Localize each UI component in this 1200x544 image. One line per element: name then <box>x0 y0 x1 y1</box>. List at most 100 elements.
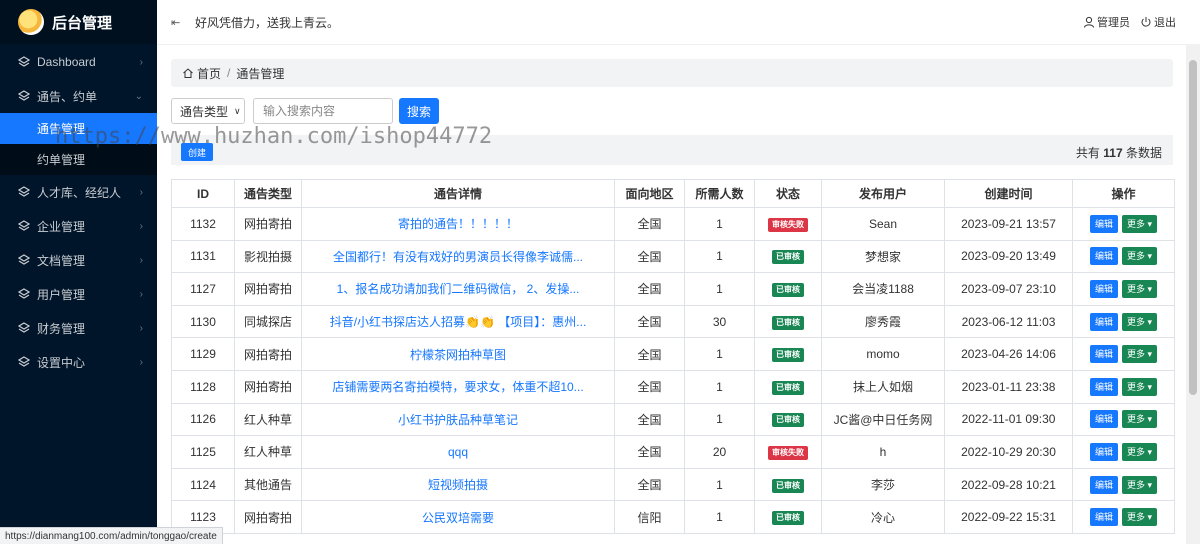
more-label: 更多 <box>1126 414 1145 425</box>
cell-status: 已审核 <box>754 467 822 502</box>
more-dropdown-button[interactable]: 更多 ▾ <box>1121 279 1158 298</box>
browser-status-url: https://dianmang100.com/admin/tonggao/cr… <box>0 527 223 544</box>
sidebar-item-announcements[interactable]: 通告、约单 ⌄ <box>0 79 157 113</box>
more-dropdown-button[interactable]: 更多 ▾ <box>1121 247 1158 266</box>
column-header: 创建时间 <box>944 179 1073 208</box>
column-header: 所需人数 <box>684 179 755 208</box>
more-dropdown-button[interactable]: 更多 ▾ <box>1121 377 1158 396</box>
cell-created: 2022-11-01 09:30 <box>944 402 1073 437</box>
menu-fold-icon[interactable]: ⇤ <box>171 16 185 29</box>
cell-count: 1 <box>684 467 755 502</box>
cell-detail[interactable]: 全国都行！有没有戏好的男演员长得像李诚儒... <box>301 239 615 274</box>
edit-button[interactable]: 编辑 <box>1089 247 1118 266</box>
table-row: 1127 网拍寄拍 1、报名成功请加我们二维码微信， 2、发操... 全国 1 已审核 会当… <box>171 272 1175 306</box>
cell-type: 其他通告 <box>234 467 302 502</box>
cell-status: 审核失败 <box>754 435 822 469</box>
edit-button[interactable]: 编辑 <box>1089 442 1118 461</box>
more-label: 更多 <box>1126 218 1145 229</box>
cell-count: 20 <box>684 435 755 469</box>
cell-detail[interactable]: 柠檬茶网拍种草图 <box>301 337 615 371</box>
edit-button[interactable]: 编辑 <box>1089 214 1118 233</box>
submenu: 通告管理 约单管理 <box>0 113 157 175</box>
more-dropdown-button[interactable]: 更多 ▾ <box>1121 312 1158 331</box>
header-motto: 好风凭借力，送我上青云。 <box>195 15 340 30</box>
sidebar-item-documents[interactable]: 文档管理 › <box>0 243 157 277</box>
cell-region: 全国 <box>614 304 685 339</box>
cell-detail[interactable]: 公民双培需要 <box>301 500 615 534</box>
chevron-right-icon: › <box>139 323 143 334</box>
cell-user: Sean <box>821 207 945 241</box>
sidebar-item-users[interactable]: 用户管理 › <box>0 277 157 311</box>
edit-button[interactable]: 编辑 <box>1089 279 1118 298</box>
caret-down-icon: ▾ <box>1145 446 1153 457</box>
column-header: 状态 <box>754 179 822 208</box>
cell-detail[interactable]: qqq <box>301 435 615 469</box>
type-select-value: 通告类型 <box>180 104 229 119</box>
cell-status: 已审核 <box>754 369 822 404</box>
type-select[interactable]: 通告类型 ∨ <box>171 98 245 124</box>
cell-count: 1 <box>684 272 755 306</box>
filter-bar: 通告类型 ∨ 搜索 <box>171 98 1173 124</box>
cell-detail[interactable]: 寄拍的通告！！！！！ <box>301 207 615 241</box>
cell-created: 2023-04-26 14:06 <box>944 337 1073 371</box>
sidebar-item-order-management[interactable]: 约单管理 <box>0 144 157 175</box>
breadcrumb-home[interactable]: 首页 <box>197 65 221 82</box>
cell-user: JC酱@中日任务网 <box>821 402 945 437</box>
chevron-right-icon: › <box>139 187 143 198</box>
logo-icon <box>18 9 44 35</box>
edit-button[interactable]: 编辑 <box>1089 475 1118 494</box>
logout-label: 退出 <box>1154 17 1176 29</box>
sidebar-item-finance[interactable]: 财务管理 › <box>0 311 157 345</box>
more-dropdown-button[interactable]: 更多 ▾ <box>1121 475 1158 494</box>
cell-created: 2023-09-20 13:49 <box>944 239 1073 274</box>
sidebar-item-announcement-management[interactable]: 通告管理 <box>0 113 157 144</box>
sidebar-item-talent[interactable]: 人才库、经纪人 › <box>0 175 157 209</box>
more-dropdown-button[interactable]: 更多 ▾ <box>1121 508 1158 527</box>
admin-label: 管理员 <box>1097 17 1130 29</box>
cell-detail[interactable]: 短视频拍摄 <box>301 467 615 502</box>
cell-detail[interactable]: 店铺需要两名寄拍模特，要求女，体重不超10... <box>301 369 615 404</box>
breadcrumb-separator: / <box>227 66 231 80</box>
sidebar-item-dashboard[interactable]: Dashboard › <box>0 45 157 79</box>
breadcrumb-current: 通告管理 <box>236 66 285 81</box>
scrollbar-thumb[interactable] <box>1189 60 1197 395</box>
more-dropdown-button[interactable]: 更多 ▾ <box>1121 345 1158 364</box>
cell-id: 1128 <box>171 369 235 404</box>
edit-button[interactable]: 编辑 <box>1089 508 1118 527</box>
edit-button[interactable]: 编辑 <box>1089 345 1118 364</box>
sidebar-item-label: 约单管理 <box>37 153 86 167</box>
more-dropdown-button[interactable]: 更多 ▾ <box>1121 410 1158 429</box>
edit-button[interactable]: 编辑 <box>1089 312 1118 331</box>
cell-type: 红人种草 <box>234 435 302 469</box>
sidebar-item-settings[interactable]: 设置中心 › <box>0 345 157 379</box>
edit-button[interactable]: 编辑 <box>1089 377 1118 396</box>
edit-button[interactable]: 编辑 <box>1089 410 1118 429</box>
more-label: 更多 <box>1126 251 1145 262</box>
cell-actions: 编辑 更多 ▾ <box>1072 337 1175 371</box>
layers-icon <box>18 356 30 368</box>
sidebar-item-enterprise[interactable]: 企业管理 › <box>0 209 157 243</box>
power-icon <box>1141 17 1151 27</box>
cell-region: 全国 <box>614 435 685 469</box>
cell-actions: 编辑 更多 ▾ <box>1072 207 1175 241</box>
cell-id: 1125 <box>171 435 235 469</box>
more-dropdown-button[interactable]: 更多 ▾ <box>1121 442 1158 461</box>
vertical-scrollbar[interactable] <box>1186 44 1200 544</box>
layers-icon <box>18 56 30 68</box>
status-badge: 审核失败 <box>768 445 808 460</box>
total-number: 117 <box>1103 146 1123 160</box>
cell-detail[interactable]: 小红书护肤品种草笔记 <box>301 402 615 437</box>
more-dropdown-button[interactable]: 更多 ▾ <box>1121 214 1158 233</box>
search-button[interactable]: 搜索 <box>399 98 439 124</box>
cell-detail[interactable]: 抖音/小红书探店达人招募👏👏 【项目】：惠州... <box>301 304 615 339</box>
total-count: 共有 117 条数据 <box>1076 144 1162 161</box>
logout-button[interactable]: 退出 <box>1140 14 1176 30</box>
sidebar-item-label: 通告、约单 <box>37 89 98 104</box>
create-button[interactable]: 创建 <box>181 143 213 161</box>
cell-count: 1 <box>684 369 755 404</box>
admin-menu[interactable]: 管理员 <box>1083 14 1130 30</box>
brand[interactable]: 后台管理 <box>0 0 157 44</box>
cell-status: 已审核 <box>754 304 822 339</box>
cell-detail[interactable]: 1、报名成功请加我们二维码微信， 2、发操... <box>301 272 615 306</box>
search-input[interactable] <box>253 98 393 124</box>
